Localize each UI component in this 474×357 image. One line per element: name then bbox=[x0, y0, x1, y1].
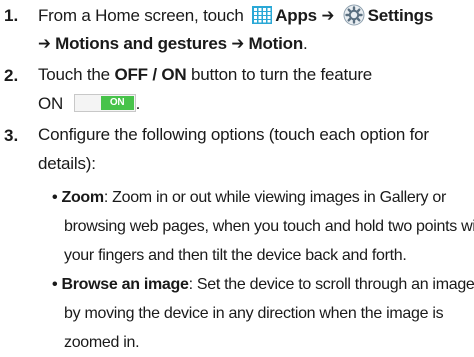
option-description: : Zoom in or out while viewing images in… bbox=[103, 189, 447, 206]
option-line: browsing web pages, when you touch and h… bbox=[64, 218, 474, 235]
arrow: ➔ bbox=[231, 34, 244, 53]
step-text: ON bbox=[38, 94, 64, 113]
option-line: zoomed in. bbox=[64, 334, 140, 351]
step-1-line-1: From a Home screen, touch Apps ➔ Setting… bbox=[38, 4, 433, 27]
option-name: Browse an image bbox=[61, 276, 189, 293]
menu-path-item: Motions and gestures bbox=[55, 34, 227, 53]
option-line: by moving the device in any direction wh… bbox=[64, 305, 444, 322]
settings-gear-icon bbox=[343, 4, 365, 26]
option-description: : Set the device to scroll through an im… bbox=[188, 276, 474, 293]
punctuation: . bbox=[135, 94, 141, 113]
step-number: 1. bbox=[4, 6, 19, 25]
bullet: • bbox=[52, 189, 58, 206]
step-2-line-2: ON ON. bbox=[38, 93, 140, 115]
step-1-line-2: ➔ Motions and gestures ➔ Motion. bbox=[38, 33, 308, 55]
option-line: your fingers and then tilt the device ba… bbox=[64, 247, 407, 264]
step-2-line-1: Touch the OFF / ON button to turn the fe… bbox=[38, 64, 372, 86]
step-text: From a Home screen, touch bbox=[38, 6, 244, 25]
option-name: Zoom bbox=[61, 189, 104, 206]
option-line: • Browse an image: Set the device to scr… bbox=[52, 274, 474, 296]
bullet: • bbox=[52, 276, 58, 293]
option-line: • Zoom: Zoom in or out while viewing ima… bbox=[52, 187, 446, 209]
arrow: ➔ bbox=[38, 34, 51, 53]
menu-path-item: Motion bbox=[248, 34, 304, 53]
apps-label: Apps bbox=[275, 6, 317, 25]
settings-label: Settings bbox=[367, 6, 434, 25]
step-3-line-2: details): bbox=[38, 154, 96, 173]
button-name: OFF / ON bbox=[114, 65, 187, 84]
document-page: 1. From a Home screen, touch Apps ➔ Sett… bbox=[0, 0, 474, 357]
on-toggle-icon: ON bbox=[73, 94, 136, 112]
step-text: button to turn the feature bbox=[191, 65, 373, 84]
arrow: ➔ bbox=[321, 6, 335, 25]
punctuation: . bbox=[303, 34, 308, 53]
step-text: Touch the bbox=[38, 65, 110, 84]
toggle-on-label: ON bbox=[100, 96, 134, 110]
step-3-line-1: Configure the following options (touch e… bbox=[38, 125, 429, 144]
step-number: 2. bbox=[4, 66, 19, 85]
apps-grid-icon bbox=[252, 6, 273, 24]
step-number: 3. bbox=[4, 126, 19, 145]
